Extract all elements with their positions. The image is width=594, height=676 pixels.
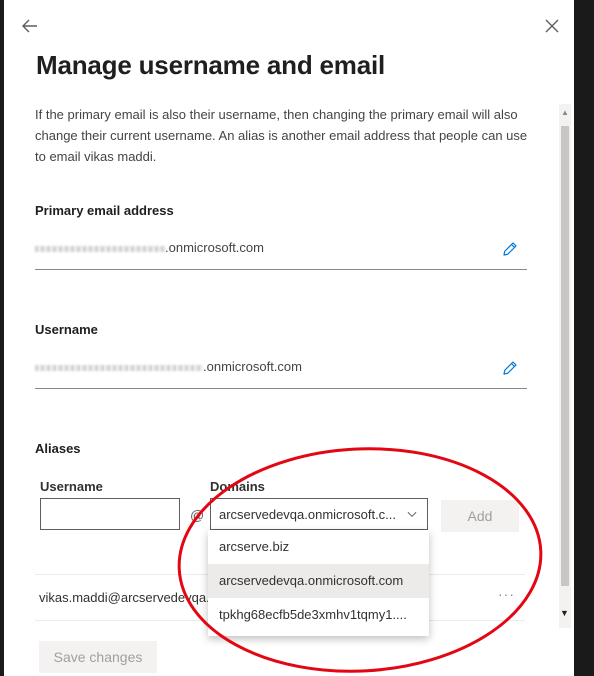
primary-email-label: Primary email address: [35, 203, 174, 218]
primary-email-domain: .onmicrosoft.com: [165, 240, 264, 255]
existing-alias: vikas.maddi@arcservedevqa.: [39, 590, 210, 605]
close-icon[interactable]: [540, 14, 564, 38]
aliases-heading: Aliases: [35, 441, 81, 456]
more-icon[interactable]: ···: [498, 586, 515, 602]
background-strip: [574, 0, 594, 676]
username-field: .onmicrosoft.com: [35, 349, 527, 389]
username-domain: .onmicrosoft.com: [203, 359, 302, 374]
redacted-text: [35, 364, 203, 371]
save-changes-button[interactable]: Save changes: [39, 641, 157, 673]
domains-label: Domains: [210, 479, 265, 494]
at-sign: @: [190, 507, 205, 523]
domain-dropdown-list: arcserve.biz arcservedevqa.onmicrosoft.c…: [208, 530, 429, 636]
edit-primary-email-pencil-icon[interactable]: [501, 240, 519, 258]
chevron-down-icon: [407, 511, 417, 517]
page-title: Manage username and email: [36, 50, 386, 80]
dropdown-option[interactable]: tpkhg68ecfb5de3xmhv1tqmy1....: [208, 598, 429, 632]
scroll-down-arrow-icon[interactable]: ▼: [560, 608, 569, 618]
panel-description: If the primary email is also their usern…: [35, 107, 528, 164]
back-arrow-icon[interactable]: [18, 14, 42, 38]
domain-select[interactable]: arcservedevqa.onmicrosoft.c...: [210, 498, 428, 530]
selected-domain: arcservedevqa.onmicrosoft.c...: [219, 507, 397, 522]
redacted-text: [35, 245, 165, 252]
primary-email-field: .onmicrosoft.com: [35, 230, 527, 270]
scrollbar[interactable]: ▲ ▼: [559, 104, 571, 628]
username-label: Username: [35, 322, 98, 337]
alias-username-input[interactable]: [40, 498, 180, 530]
primary-email-value: .onmicrosoft.com: [35, 240, 264, 255]
manage-username-email-panel: Manage username and email If the primary…: [4, 0, 574, 676]
scroll-thumb[interactable]: [561, 126, 569, 586]
alias-username-label: Username: [40, 479, 103, 494]
username-value: .onmicrosoft.com: [35, 359, 302, 374]
dropdown-option[interactable]: arcserve.biz: [208, 530, 429, 564]
edit-username-pencil-icon[interactable]: [501, 359, 519, 377]
scroll-up-arrow-icon[interactable]: ▲: [561, 108, 569, 117]
add-alias-button[interactable]: Add: [441, 500, 519, 532]
dropdown-option-selected[interactable]: arcservedevqa.onmicrosoft.com: [208, 564, 429, 598]
